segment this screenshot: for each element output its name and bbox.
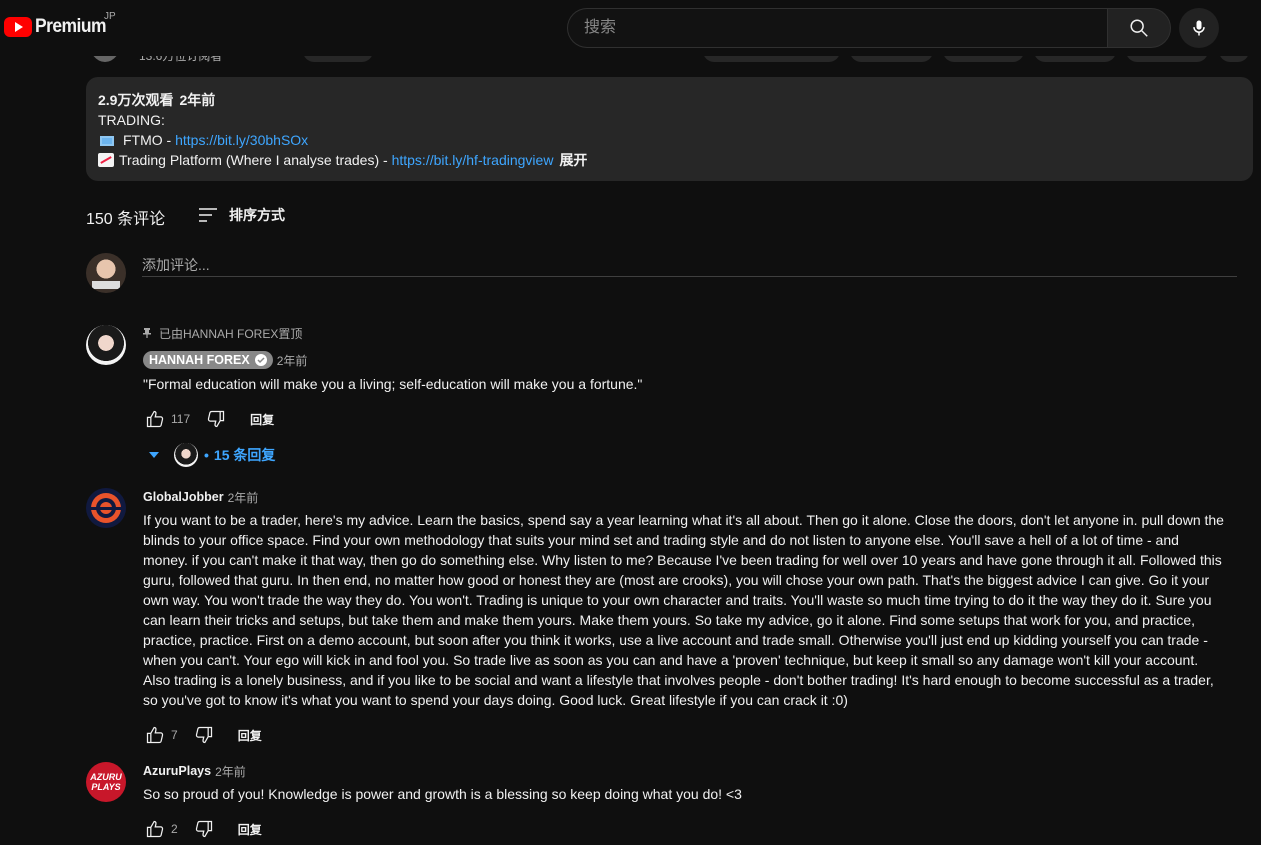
thumbs-up-icon [146,410,164,428]
like-count: 117 [171,412,191,426]
play-logo-icon [4,17,32,37]
like-count: 2 [171,822,178,836]
comment-text: "Formal education will make you a living… [143,376,643,392]
reply-button[interactable]: 回复 [250,411,274,428]
dislike-button[interactable] [192,817,216,841]
dislike-button[interactable] [192,723,216,747]
author-name[interactable]: GlobalJobber [143,490,224,504]
upload-age: 2年前 [179,92,216,108]
expand-description-button[interactable]: 展开 [559,152,587,168]
comment-text: If you want to be a trader, here's my ad… [143,512,1224,708]
comment-actions: 7 回复 [143,719,1226,751]
description-line: Trading Platform (Where I analyse trades… [98,150,1241,170]
dislike-button[interactable] [204,407,228,431]
comment-meta: AzuruPlays 2年前 [143,762,1226,780]
thumbs-down-icon [207,410,225,428]
comment-text: So so proud of you! Knowledge is power a… [143,786,742,802]
comment-meta: HANNAH FOREX 2年前 [143,351,1226,369]
laptop-icon [100,136,114,146]
search-input[interactable] [567,8,1107,48]
like-button[interactable] [143,407,167,431]
comment-actions: 2 回复 [143,813,1226,845]
search-icon [1130,19,1148,37]
thumbs-up-icon [146,726,164,744]
sort-icon [199,208,217,222]
view-count: 2.9万次观看 [98,92,174,108]
chart-increasing-icon [98,153,114,167]
creator-reply-avatar [174,443,198,467]
comment-count: 150 条评论 [86,211,166,228]
like-button[interactable] [143,817,167,841]
sort-comments-button[interactable]: 排序方式 [198,205,285,225]
sort-label: 排序方式 [229,207,285,223]
logo-text: Premium [35,16,106,37]
description-meta: 2.9万次观看 2年前 [98,90,1241,110]
top-bar: Premium JP [0,0,1261,56]
user-avatar[interactable] [86,253,126,293]
comment-time[interactable]: 2年前 [215,763,246,780]
description-line: TRADING: [98,112,165,128]
voice-search-button[interactable] [1179,8,1219,48]
globaljobber-logo-icon [90,493,122,523]
thumbs-down-icon [195,726,212,744]
author-name[interactable]: HANNAH FOREX [143,351,273,369]
replies-count: 15 条回复 [213,447,276,463]
author-avatar[interactable] [86,488,126,528]
add-comment-input[interactable] [142,253,1237,277]
comment-actions: 117 回复 [143,403,1226,435]
pinned-indicator: 已由HANNAH FOREX置顶 [143,325,1226,341]
author-name[interactable]: AzuruPlays [143,764,211,778]
bullet-separator: • [204,447,209,463]
youtube-premium-logo[interactable]: Premium [4,16,112,38]
author-avatar[interactable]: AZURU PLAYS [86,762,126,802]
verified-check-icon [254,354,267,366]
comment-meta: GlobalJobber 2年前 [143,488,1226,506]
pin-icon [143,328,151,338]
ftmo-link[interactable]: https://bit.ly/30bhSOx [175,132,308,148]
tradingview-link[interactable]: https://bit.ly/hf-tradingview [392,152,554,168]
description-line: FTMO - https://bit.ly/30bhSOx [98,130,1241,150]
caret-down-icon [149,452,159,458]
search-bar [567,8,1171,48]
author-avatar[interactable] [86,325,126,365]
microphone-icon [1193,20,1205,36]
view-replies-button[interactable]: • 15 条回复 [143,443,1226,467]
like-button[interactable] [143,723,167,747]
like-count: 7 [171,728,178,742]
thumbs-up-icon [146,820,164,838]
search-button[interactable] [1107,8,1171,48]
comment-time[interactable]: 2年前 [277,352,308,369]
thumbs-down-icon [195,820,212,838]
comment-time[interactable]: 2年前 [228,489,259,506]
reply-button[interactable]: 回复 [238,821,262,838]
region-code: JP [104,11,116,22]
video-description[interactable]: 2.9万次观看 2年前 TRADING: FTMO - https://bit.l… [86,77,1253,181]
reply-button[interactable]: 回复 [238,727,262,744]
